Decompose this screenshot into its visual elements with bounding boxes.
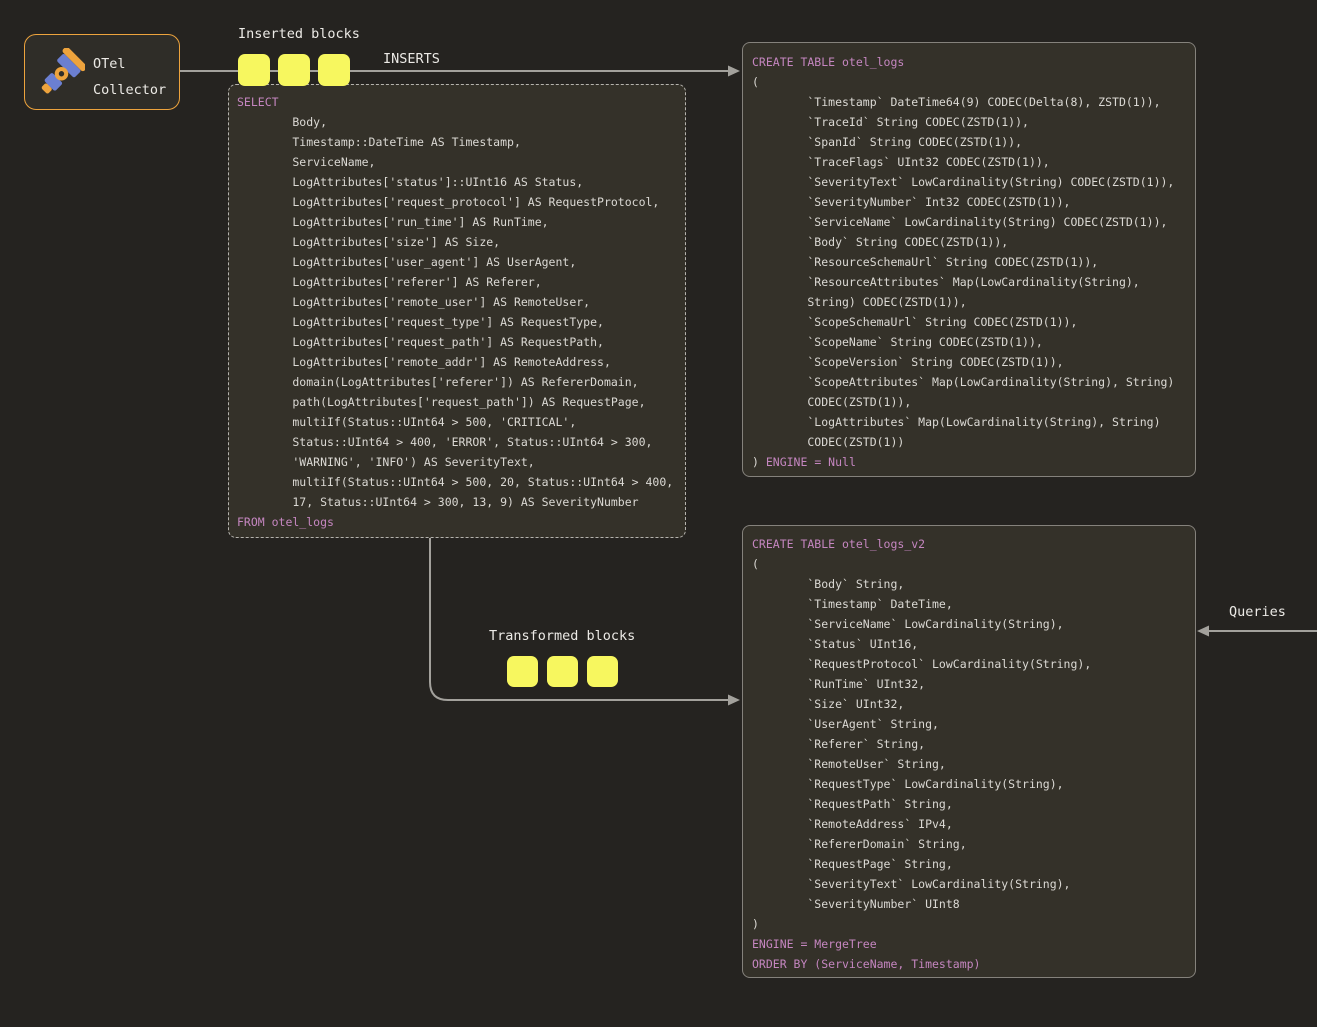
code-line: Timestamp::DateTime AS Timestamp,: [237, 132, 679, 152]
code-line: `RequestType` LowCardinality(String),: [752, 774, 1189, 794]
code-line: LogAttributes['request_protocol'] AS Req…: [237, 192, 679, 212]
code-line: LogAttributes['remote_user'] AS RemoteUs…: [237, 292, 679, 312]
code-line: multiIf(Status::UInt64 > 500, 'CRITICAL'…: [237, 412, 679, 432]
code-line: LogAttributes['referer'] AS Referer,: [237, 272, 679, 292]
code-line: `ScopeName` String CODEC(ZSTD(1)),: [752, 332, 1189, 352]
code-line: LogAttributes['size'] AS Size,: [237, 232, 679, 252]
code-line: `ResourceSchemaUrl` String CODEC(ZSTD(1)…: [752, 252, 1189, 272]
code-line: `RefererDomain` String,: [752, 834, 1189, 854]
code-line: (: [752, 72, 1189, 92]
code-line: CODEC(ZSTD(1)),: [752, 392, 1189, 412]
telescope-icon: [35, 48, 85, 98]
code-line: `ServiceName` LowCardinality(String) COD…: [752, 212, 1189, 232]
data-block: [238, 54, 270, 86]
code-line: `Status` UInt16,: [752, 634, 1189, 654]
code-line: `Body` String,: [752, 574, 1189, 594]
otel-collector-node: OTel Collector: [24, 34, 180, 110]
code-line: `Size` UInt32,: [752, 694, 1189, 714]
code-line: LogAttributes['user_agent'] AS UserAgent…: [237, 252, 679, 272]
code-line: FROM otel_logs: [237, 512, 679, 532]
code-line: `SeverityText` LowCardinality(String) CO…: [752, 172, 1189, 192]
code-line: `RunTime` UInt32,: [752, 674, 1189, 694]
otel-label-line2: Collector: [93, 77, 166, 103]
transformed-blocks-label: Transformed blocks: [489, 628, 635, 644]
transform-arrowhead-icon: [728, 695, 740, 706]
code-line: `SeverityNumber` Int32 CODEC(ZSTD(1)),: [752, 192, 1189, 212]
code-line: CREATE TABLE otel_logs: [752, 52, 1189, 72]
code-line: LogAttributes['remote_addr'] AS RemoteAd…: [237, 352, 679, 372]
code-line: `RemoteUser` String,: [752, 754, 1189, 774]
code-line: Status::UInt64 > 400, 'ERROR', Status::U…: [237, 432, 679, 452]
code-line: ) ENGINE = Null: [752, 452, 1189, 472]
code-line: CODEC(ZSTD(1)): [752, 432, 1189, 452]
transform-select-query-box: SELECT Body, Timestamp::DateTime AS Time…: [228, 84, 686, 538]
code-line: ENGINE = MergeTree: [752, 934, 1189, 954]
code-line: String) CODEC(ZSTD(1)),: [752, 292, 1189, 312]
code-line: Body,: [237, 112, 679, 132]
code-line: `Timestamp` DateTime64(9) CODEC(Delta(8)…: [752, 92, 1189, 112]
code-line: CREATE TABLE otel_logs_v2: [752, 534, 1189, 554]
code-line: `UserAgent` String,: [752, 714, 1189, 734]
data-block: [318, 54, 350, 86]
code-line: `Timestamp` DateTime,: [752, 594, 1189, 614]
code-line: `RemoteAddress` IPv4,: [752, 814, 1189, 834]
inserts-arrowhead-icon: [728, 66, 740, 77]
code-line: 17, Status::UInt64 > 300, 13, 9) AS Seve…: [237, 492, 679, 512]
inserts-label: INSERTS: [383, 51, 440, 67]
inserted-blocks-group: [238, 54, 350, 86]
code-line: `RequestPath` String,: [752, 794, 1189, 814]
queries-arrowhead-icon: [1197, 626, 1209, 637]
code-line: LogAttributes['status']::UInt16 AS Statu…: [237, 172, 679, 192]
code-line: domain(LogAttributes['referer']) AS Refe…: [237, 372, 679, 392]
code-line: `ScopeSchemaUrl` String CODEC(ZSTD(1)),: [752, 312, 1189, 332]
code-line: ServiceName,: [237, 152, 679, 172]
code-line: LogAttributes['request_path'] AS Request…: [237, 332, 679, 352]
code-line: `ServiceName` LowCardinality(String),: [752, 614, 1189, 634]
code-line: `Body` String CODEC(ZSTD(1)),: [752, 232, 1189, 252]
code-line: `SeverityNumber` UInt8: [752, 894, 1189, 914]
code-line: 'WARNING', 'INFO') AS SeverityText,: [237, 452, 679, 472]
data-block: [507, 656, 538, 687]
code-line: `Referer` String,: [752, 734, 1189, 754]
code-line: `LogAttributes` Map(LowCardinality(Strin…: [752, 412, 1189, 432]
code-line: LogAttributes['request_type'] AS Request…: [237, 312, 679, 332]
code-line: `ResourceAttributes` Map(LowCardinality(…: [752, 272, 1189, 292]
diagram-canvas: OTel Collector Inserted blocks INSERTS T…: [0, 0, 1317, 1027]
inserted-blocks-label: Inserted blocks: [238, 26, 360, 42]
data-block: [278, 54, 310, 86]
code-line: `ScopeAttributes` Map(LowCardinality(Str…: [752, 372, 1189, 392]
code-line: multiIf(Status::UInt64 > 500, 20, Status…: [237, 472, 679, 492]
queries-label: Queries: [1229, 604, 1286, 620]
code-line: `ScopeVersion` String CODEC(ZSTD(1)),: [752, 352, 1189, 372]
otel-collector-label: OTel Collector: [93, 51, 166, 103]
code-line: LogAttributes['run_time'] AS RunTime,: [237, 212, 679, 232]
code-line: `SeverityText` LowCardinality(String),: [752, 874, 1189, 894]
create-table-otel-logs-v2-box: CREATE TABLE otel_logs_v2( `Body` String…: [742, 525, 1196, 978]
code-line: SELECT: [237, 92, 679, 112]
code-line: ): [752, 914, 1189, 934]
code-line: `TraceId` String CODEC(ZSTD(1)),: [752, 112, 1189, 132]
otel-label-line1: OTel: [93, 51, 166, 77]
code-line: ORDER BY (ServiceName, Timestamp): [752, 954, 1189, 974]
code-line: path(LogAttributes['request_path']) AS R…: [237, 392, 679, 412]
code-line: (: [752, 554, 1189, 574]
code-line: `RequestProtocol` LowCardinality(String)…: [752, 654, 1189, 674]
data-block: [587, 656, 618, 687]
code-line: `SpanId` String CODEC(ZSTD(1)),: [752, 132, 1189, 152]
transformed-blocks-group: [507, 656, 618, 687]
data-block: [547, 656, 578, 687]
code-line: `TraceFlags` UInt32 CODEC(ZSTD(1)),: [752, 152, 1189, 172]
create-table-otel-logs-box: CREATE TABLE otel_logs( `Timestamp` Date…: [742, 42, 1196, 477]
code-line: `RequestPage` String,: [752, 854, 1189, 874]
